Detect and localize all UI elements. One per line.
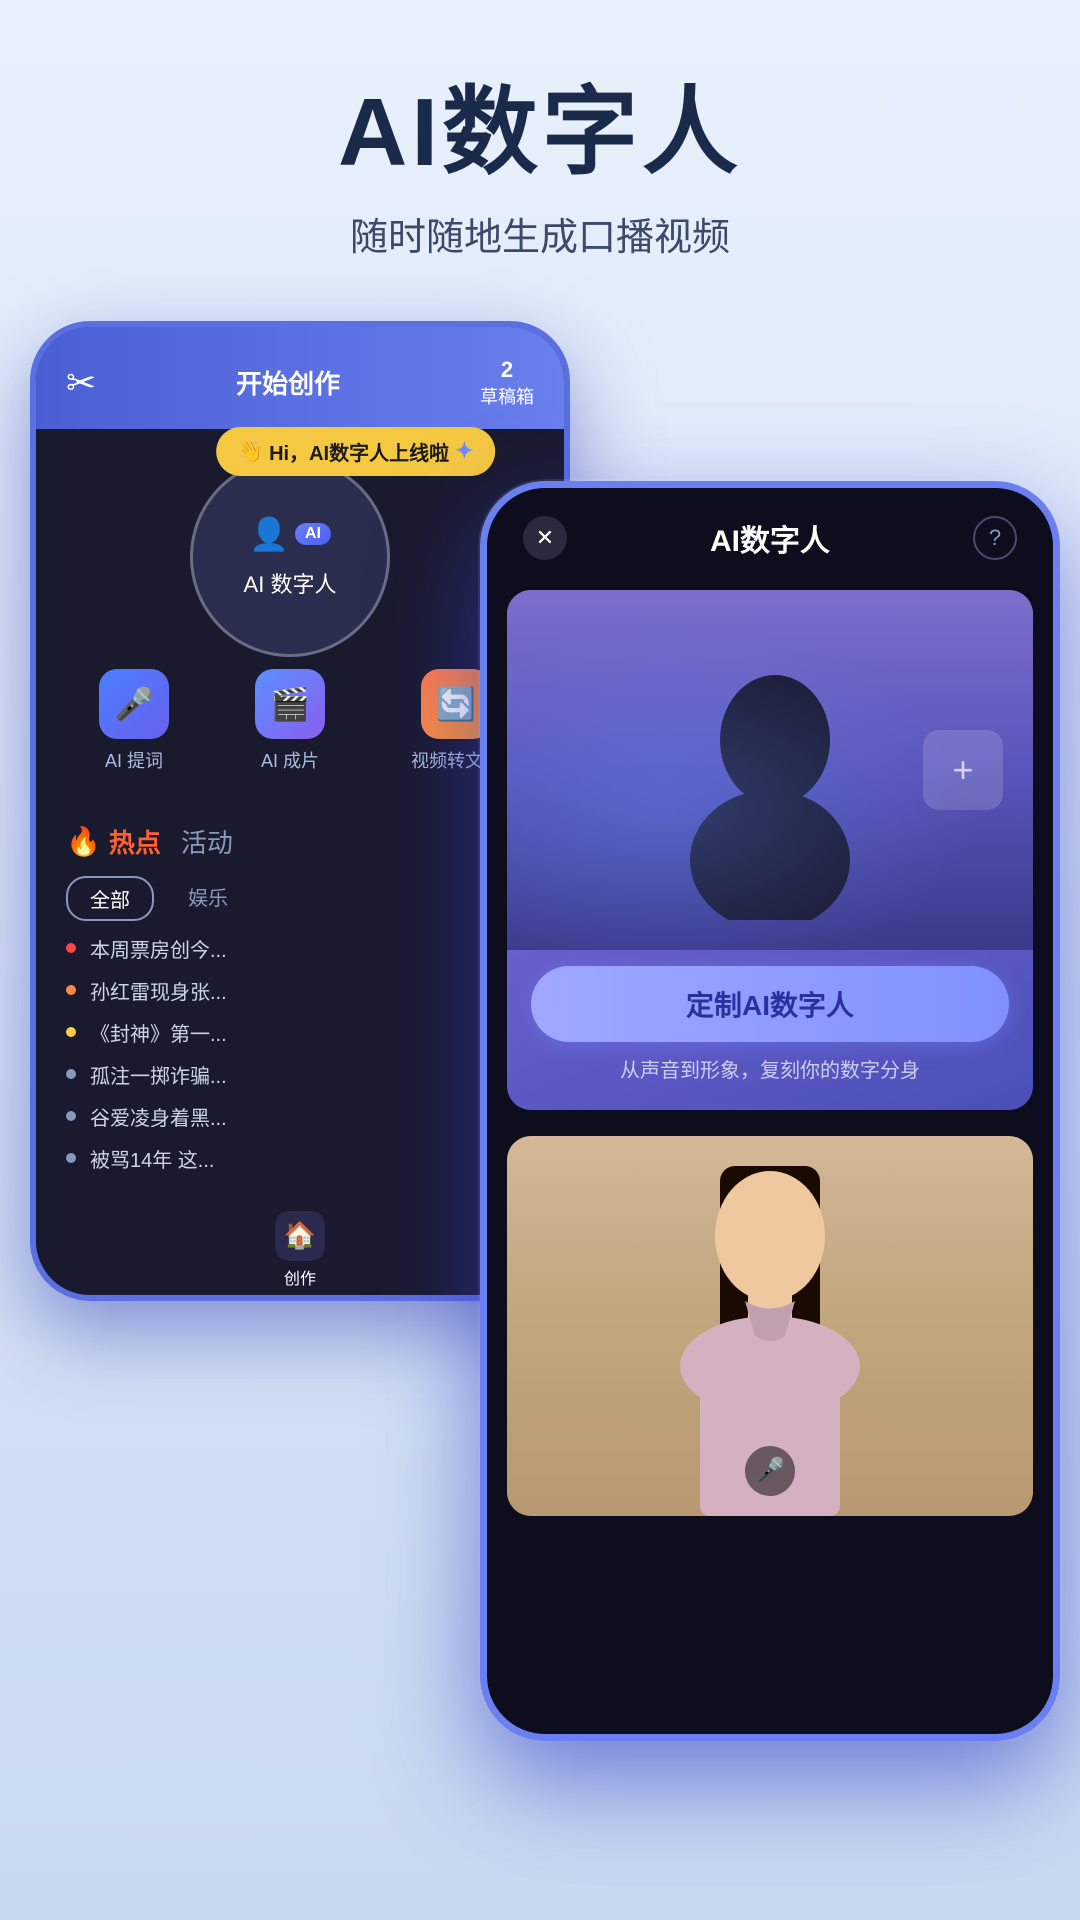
close-button[interactable]: ✕ (523, 516, 567, 560)
hero-subtitle: 随时随地生成口播视频 (0, 206, 1080, 261)
digital-person-card: + 定制AI数字人 从声音到形象，复刻你的数字分身 (507, 590, 1033, 1110)
ai-video-icon: 🎬 (255, 669, 325, 739)
silhouette-figure (670, 620, 870, 920)
feature-ai-video[interactable]: 🎬 AI 成片 (255, 669, 325, 773)
news-item-1[interactable]: 本周票房创今... (66, 937, 534, 965)
hot-tab[interactable]: 🔥 热点 (66, 823, 161, 860)
circle-label: AI 数字人 (244, 567, 337, 599)
notification-text: Hi，AI数字人上线啦 (269, 437, 449, 466)
phone-front-inner: ✕ ? AI数字人 (487, 488, 1053, 1734)
news-item-6[interactable]: 被骂14年 这... (66, 1147, 534, 1175)
fire-icon: 🔥 (66, 825, 101, 858)
person-photo-bg: 🎤 (507, 1136, 1033, 1516)
person-photo-card: 🎤 (507, 1136, 1033, 1516)
customize-button[interactable]: 定制AI数字人 (531, 966, 1009, 1042)
news-item-2[interactable]: 孙红雷现身张... (66, 979, 534, 1007)
draft-box[interactable]: 2 草稿箱 (480, 357, 534, 409)
news-text-3: 《封神》第一... (90, 1021, 227, 1049)
mic-icon: 🎤 (745, 1446, 795, 1496)
hero-section: AI数字人 随时随地生成口播视频 (0, 0, 1080, 301)
back-phone-header: ✂ 开始创作 2 草稿箱 (36, 327, 564, 429)
hero-title: AI数字人 (0, 80, 1080, 186)
silhouette-svg (670, 620, 870, 920)
card-description: 从声音到形象，复刻你的数字分身 (531, 1054, 1009, 1083)
phones-container: ✂ 开始创作 2 草稿箱 👋 Hi，AI数字人上线啦 ✦ 👤 AI AI 数 (0, 301, 1080, 1781)
news-item-3[interactable]: 《封神》第一... (66, 1021, 534, 1049)
front-header: ✕ ? AI数字人 (487, 488, 1053, 580)
ai-prompt-label: AI 提词 (105, 747, 163, 773)
filter-all[interactable]: 全部 (66, 876, 154, 921)
hot-tab-label: 热点 (109, 823, 161, 860)
feature-ai-prompt[interactable]: 🎤 AI 提词 (99, 669, 169, 773)
activity-tab-label: 活动 (181, 828, 233, 858)
circle-menu-button[interactable]: 👤 AI AI 数字人 (190, 457, 390, 657)
ai-badge: AI (295, 523, 331, 545)
help-button[interactable]: ? (973, 516, 1017, 560)
front-title: AI数字人 (710, 516, 830, 560)
ai-prompt-icon: 🎤 (99, 669, 169, 739)
person-icon: 👤 (249, 515, 289, 553)
activity-tab[interactable]: 活动 (181, 823, 233, 860)
filter-buttons: 全部 娱乐 (66, 876, 534, 921)
news-dot-5 (66, 1111, 76, 1121)
draft-label: 草稿箱 (480, 383, 534, 409)
news-text-6: 被骂14年 这... (90, 1147, 214, 1175)
news-text-5: 谷爱凌身着黑... (90, 1105, 227, 1133)
notification-emoji: 👋 (238, 439, 263, 464)
news-list: 本周票房创今... 孙红雷现身张... 《封神》第一... 孤注一掷诈骗... (66, 937, 534, 1175)
hot-tabs: 🔥 热点 活动 (66, 823, 534, 860)
plus-icon[interactable]: + (923, 730, 1003, 810)
nav-label: 创作 (284, 1265, 316, 1289)
nav-create[interactable]: 🏠 创作 (275, 1211, 325, 1289)
news-text-1: 本周票房创今... (90, 937, 227, 965)
news-item-5[interactable]: 谷爱凌身着黑... (66, 1105, 534, 1133)
news-item-4[interactable]: 孤注一掷诈骗... (66, 1063, 534, 1091)
news-dot-1 (66, 943, 76, 953)
ai-video-label: AI 成片 (261, 747, 319, 773)
news-dot-2 (66, 985, 76, 995)
draft-count: 2 (480, 357, 534, 383)
news-text-4: 孤注一掷诈骗... (90, 1063, 227, 1091)
nav-home-icon: 🏠 (275, 1211, 325, 1261)
news-dot-4 (66, 1069, 76, 1079)
start-create-button[interactable]: 开始创作 (236, 364, 340, 401)
notification-popup: 👋 Hi，AI数字人上线啦 ✦ (216, 427, 495, 476)
news-text-2: 孙红雷现身张... (90, 979, 227, 1007)
news-dot-3 (66, 1027, 76, 1037)
filter-entertainment[interactable]: 娱乐 (166, 876, 250, 921)
person-silhouette: + (507, 590, 1033, 950)
phone-front: ✕ ? AI数字人 (480, 481, 1060, 1741)
sparkle-icon: ✦ (455, 438, 473, 464)
scissors-icon: ✂ (66, 362, 96, 404)
card-bottom: 定制AI数字人 从声音到形象，复刻你的数字分身 (507, 950, 1033, 1103)
news-dot-6 (66, 1153, 76, 1163)
